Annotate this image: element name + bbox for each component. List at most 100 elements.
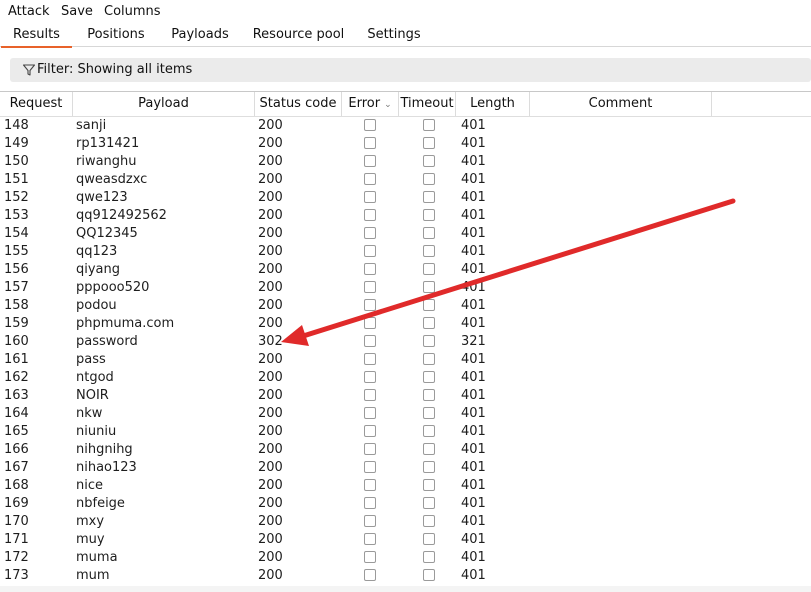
table-row[interactable]: 162 ntgod 200 401	[0, 369, 811, 387]
timeout-checkbox[interactable]	[423, 191, 435, 203]
error-checkbox[interactable]	[364, 407, 376, 419]
error-checkbox[interactable]	[364, 263, 376, 275]
timeout-checkbox[interactable]	[423, 533, 435, 545]
timeout-checkbox[interactable]	[423, 263, 435, 275]
timeout-checkbox[interactable]	[423, 335, 435, 347]
tab-results[interactable]: Results	[1, 27, 72, 48]
error-checkbox[interactable]	[364, 551, 376, 563]
error-checkbox[interactable]	[364, 119, 376, 131]
timeout-checkbox[interactable]	[423, 497, 435, 509]
timeout-checkbox[interactable]	[423, 227, 435, 239]
timeout-checkbox[interactable]	[423, 425, 435, 437]
timeout-checkbox[interactable]	[423, 137, 435, 149]
table-row[interactable]: 167 nihao123 200 401	[0, 459, 811, 477]
error-checkbox[interactable]	[364, 461, 376, 473]
menu-columns[interactable]: Columns	[104, 4, 161, 19]
filter-bar[interactable]: Filter: Showing all items	[10, 58, 811, 82]
column-header-request[interactable]: Request	[0, 92, 73, 116]
table-row[interactable]: 155 qq123 200 401	[0, 243, 811, 261]
table-row[interactable]: 171 muy 200 401	[0, 531, 811, 549]
error-checkbox[interactable]	[364, 227, 376, 239]
tab-payloads[interactable]: Payloads	[166, 27, 234, 46]
table-row[interactable]: 159 phpmuma.com 200 401	[0, 315, 811, 333]
error-checkbox[interactable]	[364, 515, 376, 527]
table-row[interactable]: 161 pass 200 401	[0, 351, 811, 369]
table-row[interactable]: 173 mum 200 401	[0, 567, 811, 585]
error-checkbox[interactable]	[364, 425, 376, 437]
timeout-checkbox[interactable]	[423, 371, 435, 383]
timeout-checkbox[interactable]	[423, 461, 435, 473]
column-header-comment[interactable]: Comment	[530, 92, 712, 116]
timeout-checkbox[interactable]	[423, 389, 435, 401]
column-header-error[interactable]: Error ⌄	[342, 92, 399, 116]
error-checkbox[interactable]	[364, 569, 376, 581]
column-header-payload[interactable]: Payload	[73, 92, 255, 116]
table-row[interactable]: 163 NOIR 200 401	[0, 387, 811, 405]
table-row[interactable]: 172 muma 200 401	[0, 549, 811, 567]
menu-save[interactable]: Save	[61, 4, 93, 19]
cell-request: 152	[4, 190, 29, 205]
error-checkbox[interactable]	[364, 389, 376, 401]
cell-payload: pass	[76, 352, 106, 367]
tab-resource-pool[interactable]: Resource pool	[252, 27, 345, 46]
timeout-checkbox[interactable]	[423, 551, 435, 563]
timeout-checkbox[interactable]	[423, 173, 435, 185]
table-row[interactable]: 169 nbfeige 200 401	[0, 495, 811, 513]
error-checkbox[interactable]	[364, 317, 376, 329]
table-row[interactable]: 164 nkw 200 401	[0, 405, 811, 423]
menu-attack[interactable]: Attack	[8, 4, 50, 19]
timeout-checkbox[interactable]	[423, 317, 435, 329]
table-row[interactable]: 151 qweasdzxc 200 401	[0, 171, 811, 189]
timeout-checkbox[interactable]	[423, 407, 435, 419]
table-row[interactable]: 154 QQ12345 200 401	[0, 225, 811, 243]
table-row[interactable]: 148 sanji 200 401	[0, 117, 811, 135]
timeout-checkbox[interactable]	[423, 119, 435, 131]
table-row[interactable]: 153 qq912492562 200 401	[0, 207, 811, 225]
cell-length: 401	[461, 496, 486, 511]
column-header-status-code[interactable]: Status code	[255, 92, 342, 116]
timeout-checkbox[interactable]	[423, 299, 435, 311]
table-row[interactable]: 158 podou 200 401	[0, 297, 811, 315]
cell-payload: QQ12345	[76, 226, 138, 241]
table-row[interactable]: 160 password 302 321	[0, 333, 811, 351]
table-row[interactable]: 152 qwe123 200 401	[0, 189, 811, 207]
error-checkbox[interactable]	[364, 155, 376, 167]
error-checkbox[interactable]	[364, 209, 376, 221]
error-checkbox[interactable]	[364, 443, 376, 455]
error-checkbox[interactable]	[364, 173, 376, 185]
table-row[interactable]: 149 rp131421 200 401	[0, 135, 811, 153]
error-checkbox[interactable]	[364, 335, 376, 347]
error-checkbox[interactable]	[364, 191, 376, 203]
cell-request: 149	[4, 136, 29, 151]
error-checkbox[interactable]	[364, 353, 376, 365]
timeout-checkbox[interactable]	[423, 209, 435, 221]
timeout-checkbox[interactable]	[423, 353, 435, 365]
table-row[interactable]: 166 nihgnihg 200 401	[0, 441, 811, 459]
table-row[interactable]: 150 riwanghu 200 401	[0, 153, 811, 171]
timeout-checkbox[interactable]	[423, 443, 435, 455]
error-checkbox[interactable]	[364, 479, 376, 491]
tab-settings[interactable]: Settings	[364, 27, 424, 46]
table-row[interactable]: 157 pppooo520 200 401	[0, 279, 811, 297]
error-checkbox[interactable]	[364, 533, 376, 545]
error-checkbox[interactable]	[364, 299, 376, 311]
timeout-checkbox[interactable]	[423, 515, 435, 527]
error-checkbox[interactable]	[364, 371, 376, 383]
table-row[interactable]: 168 nice 200 401	[0, 477, 811, 495]
timeout-checkbox[interactable]	[423, 245, 435, 257]
timeout-checkbox[interactable]	[423, 569, 435, 581]
table-row[interactable]: 156 qiyang 200 401	[0, 261, 811, 279]
error-checkbox[interactable]	[364, 137, 376, 149]
error-checkbox[interactable]	[364, 281, 376, 293]
cell-payload: ntgod	[76, 370, 114, 385]
table-row[interactable]: 170 mxy 200 401	[0, 513, 811, 531]
table-row[interactable]: 165 niuniu 200 401	[0, 423, 811, 441]
column-header-length[interactable]: Length	[456, 92, 530, 116]
error-checkbox[interactable]	[364, 497, 376, 509]
timeout-checkbox[interactable]	[423, 479, 435, 491]
timeout-checkbox[interactable]	[423, 281, 435, 293]
column-header-timeout[interactable]: Timeout	[399, 92, 456, 116]
timeout-checkbox[interactable]	[423, 155, 435, 167]
tab-positions[interactable]: Positions	[84, 27, 148, 46]
error-checkbox[interactable]	[364, 245, 376, 257]
